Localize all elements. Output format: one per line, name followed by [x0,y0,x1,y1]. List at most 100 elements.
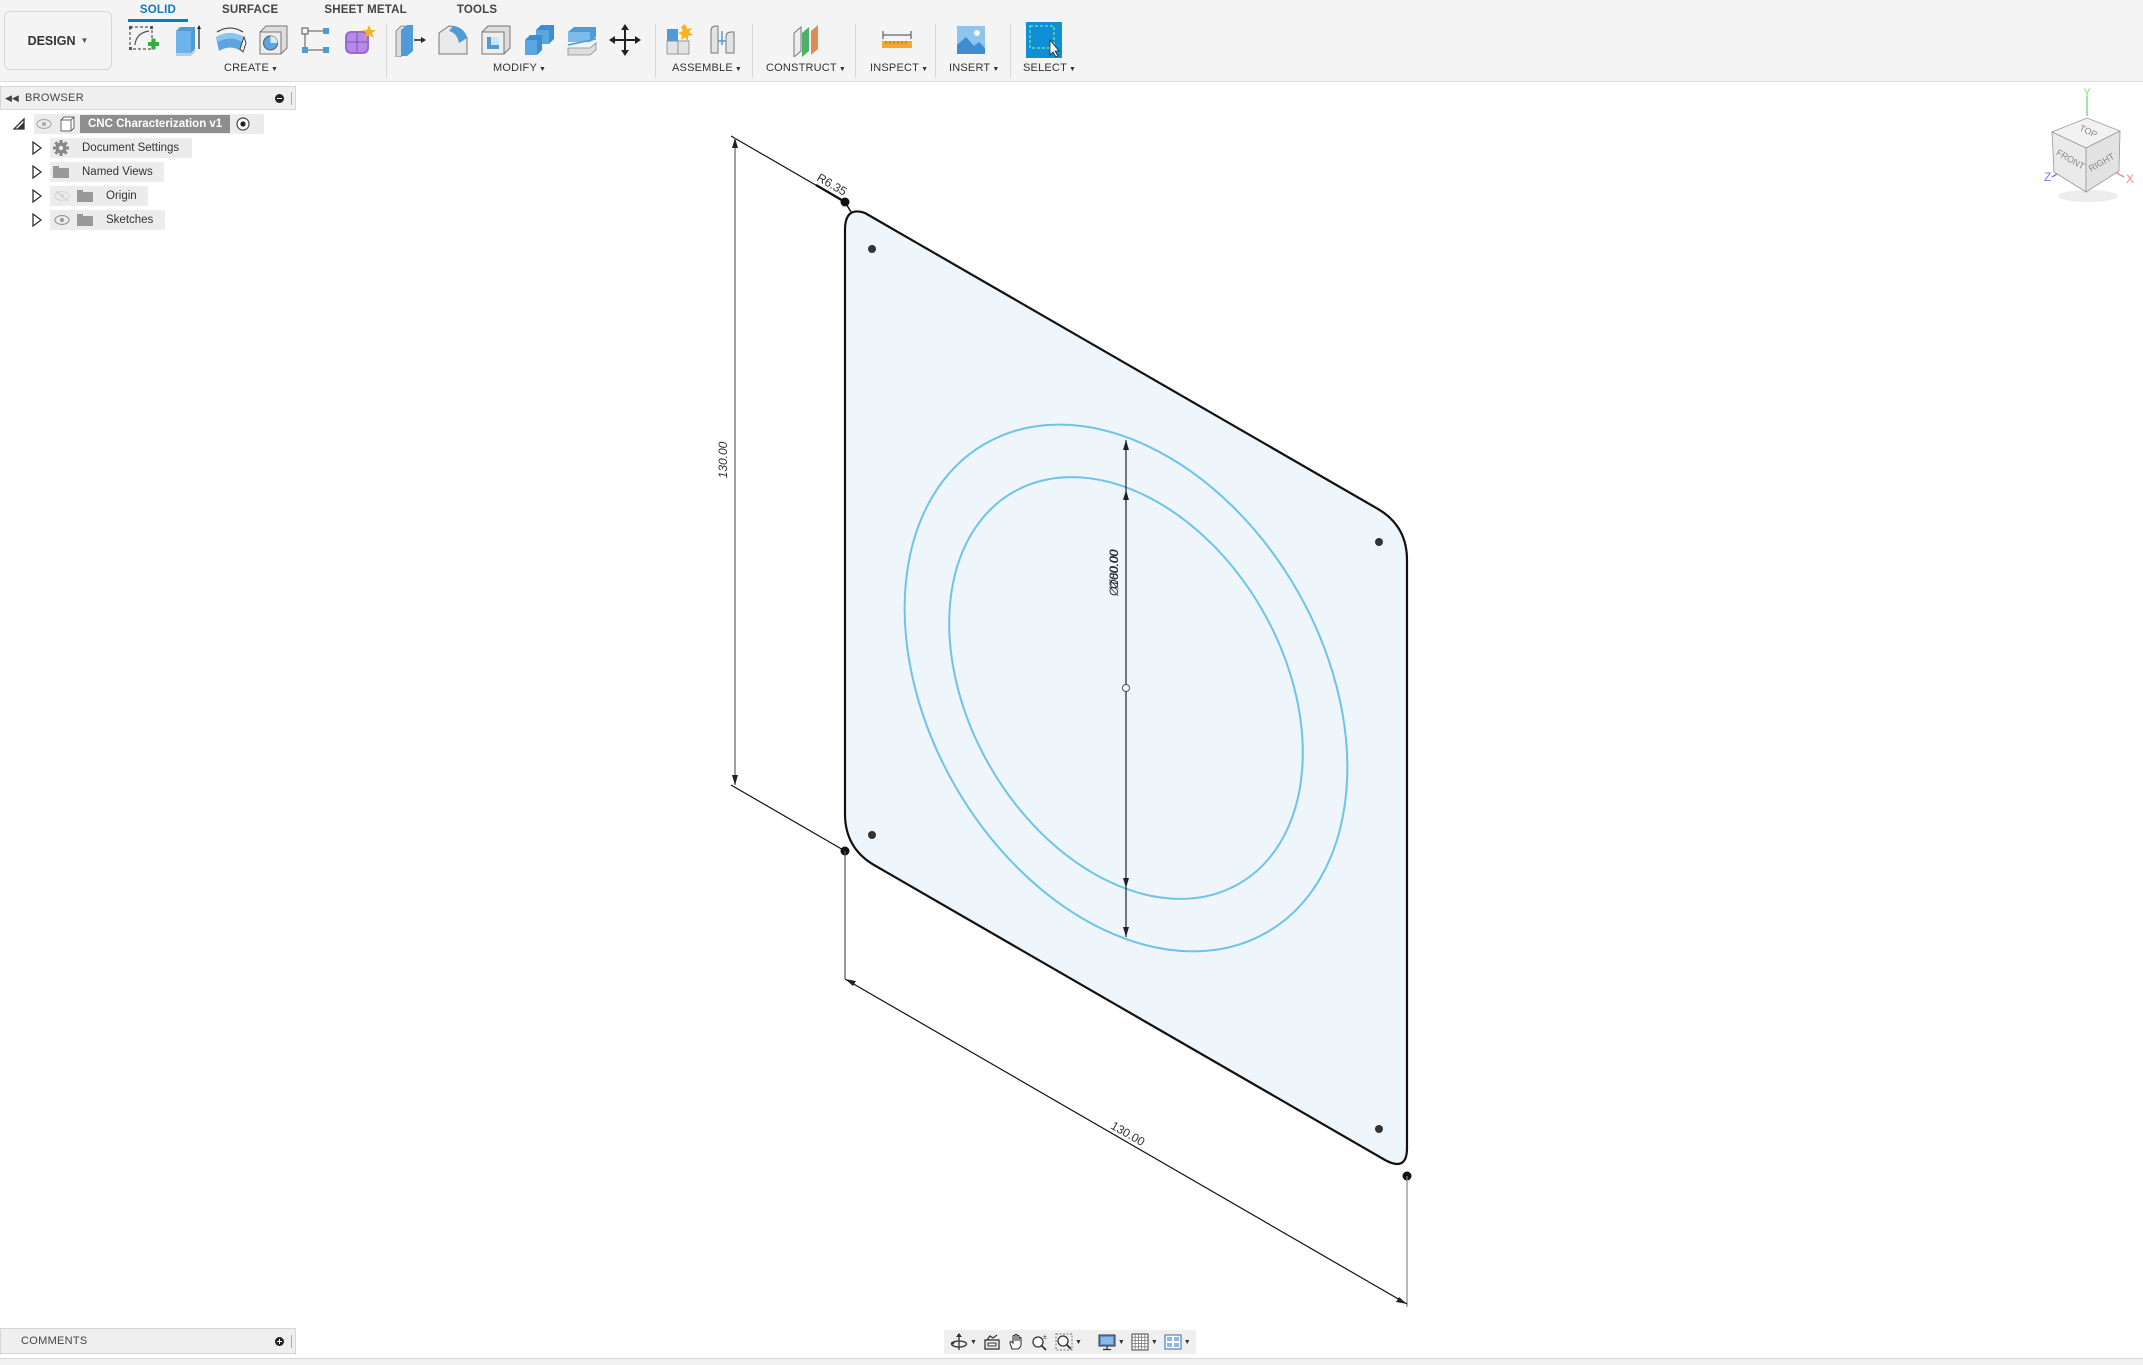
mount-hole-bottom-right[interactable] [1375,1125,1383,1133]
offset-plane-button[interactable] [788,22,824,58]
display-settings-icon [1098,1334,1116,1351]
offset-face-icon [567,27,597,56]
resize-grip[interactable] [291,92,293,105]
status-bar [0,1358,2143,1365]
mount-hole-bottom-left[interactable] [868,831,876,839]
activate-radio-icon[interactable] [236,117,250,131]
height-dimension-label[interactable]: 130.00 [716,441,730,478]
revolve-button[interactable] [212,22,248,58]
rectangular-pattern-button[interactable] [298,22,334,58]
joint-button[interactable] [705,22,741,58]
collapse-browser-icon[interactable]: ◀◀ [5,93,19,104]
expand-arrow-icon[interactable] [31,213,43,227]
expand-triangle-icon[interactable] [13,117,25,131]
toolbar-divider [1010,24,1011,78]
fillet-button[interactable] [435,22,471,58]
viewports-button[interactable]: ▼ [1162,1331,1193,1353]
insert-canvas-button[interactable] [953,22,989,58]
browser-panel-header: ◀◀ BROWSER [0,86,296,110]
insert-menu[interactable]: INSERT ▼ [949,62,999,74]
zoom-button[interactable]: ± [1029,1331,1051,1353]
shell-icon [481,25,511,55]
toolbar-tabs: SOLID SURFACE SHEET METAL TOOLS [128,0,511,22]
component-icon [60,116,75,132]
create-group: CREATE ▼ [126,20,377,80]
add-comment-icon[interactable] [275,1337,284,1346]
combine-button[interactable] [521,22,557,58]
pattern-icon [301,27,329,53]
create-label: CREATE [224,62,270,74]
offset-face-button[interactable] [564,22,600,58]
inspect-menu[interactable]: INSPECT ▼ [870,62,928,74]
hole-button[interactable] [255,22,291,58]
assemble-group: ASSEMBLE ▼ [662,20,742,80]
press-pull-button[interactable] [392,22,428,58]
origin-label: Origin [106,190,137,202]
design-canvas[interactable]: Ø100.00 Ø80.00 130.00 R6.35 130.00 [0,82,2143,1327]
resize-grip[interactable] [291,1335,293,1348]
expand-arrow-icon[interactable] [31,165,43,179]
sketches-node[interactable]: Sketches [50,210,165,230]
inspect-group: INSPECT ▼ [869,20,928,80]
expand-arrow-icon[interactable] [31,141,43,155]
modify-menu[interactable]: MODIFY ▼ [493,62,546,74]
grid-snaps-button[interactable]: ▼ [1129,1331,1160,1353]
workspace-switcher[interactable]: DESIGN ▼ [4,11,112,70]
viewcube[interactable]: Y Z X TOP FRONT RIGHT [2030,87,2140,208]
folder-icon [53,166,69,178]
select-menu[interactable]: SELECT ▼ [1023,62,1076,74]
named-views-node[interactable]: Named Views [50,162,164,182]
tab-sheet-metal[interactable]: SHEET METAL [310,0,421,22]
browser-root-node[interactable]: CNC Characterization v1 [34,114,264,134]
mount-hole-top-left[interactable] [868,245,876,253]
create-sketch-button[interactable] [126,22,162,58]
expand-arrow-icon[interactable] [31,189,43,203]
display-settings-button[interactable]: ▼ [1096,1331,1127,1353]
tab-solid[interactable]: SOLID [128,0,188,22]
caret-down-icon: ▼ [1150,1338,1158,1346]
tab-tools[interactable]: TOOLS [443,0,511,22]
window-select-button[interactable] [1026,22,1062,58]
eye-hidden-icon[interactable] [54,190,70,202]
create-form-button[interactable] [341,22,377,58]
eye-icon[interactable] [54,214,70,226]
toolbar-divider [655,24,656,78]
width-dimension-label[interactable]: 130.00 [1109,1118,1148,1149]
orbit-button[interactable]: ▼ [948,1331,979,1353]
workspace-label: DESIGN [27,33,76,48]
caret-down-icon: ▼ [271,66,279,73]
caret-down-icon: ▼ [992,66,1000,73]
fit-button[interactable]: ▼ [1053,1331,1084,1353]
zoom-icon: ± [1032,1334,1047,1351]
create-sketch-icon [129,26,159,50]
browser-pin-icon[interactable] [275,94,284,103]
eye-icon[interactable] [36,118,52,130]
construct-menu[interactable]: CONSTRUCT ▼ [766,62,846,74]
mount-hole-top-right[interactable] [1375,538,1383,546]
browser-item-sketches: Sketches [0,210,296,230]
assemble-menu[interactable]: ASSEMBLE ▼ [672,62,742,74]
center-point[interactable] [1122,684,1130,692]
create-menu[interactable]: CREATE ▼ [224,62,278,74]
move-copy-button[interactable] [607,22,643,58]
hand-icon [1009,1333,1022,1350]
inner-diameter-label[interactable]: Ø80.00 [1107,549,1121,590]
document-settings-node[interactable]: Document Settings [50,138,192,158]
select-label: SELECT [1023,62,1067,74]
browser-item-origin: Origin [0,186,296,206]
tab-surface[interactable]: SURFACE [208,0,292,22]
origin-node[interactable]: Origin [50,186,148,206]
shell-button[interactable] [478,22,514,58]
look-at-icon [984,1334,1000,1350]
comments-title: COMMENTS [21,1335,88,1347]
look-at-button[interactable] [981,1331,1003,1353]
extrude-button[interactable] [169,22,205,58]
image-icon [957,26,985,54]
pan-button[interactable] [1005,1331,1027,1353]
measure-button[interactable] [879,22,915,58]
construct-group: CONSTRUCT ▼ [766,20,846,80]
z-axis-label: Z [2044,170,2051,184]
toolbar-divider [386,24,387,78]
caret-down-icon: ▼ [80,36,89,45]
new-component-button[interactable] [662,22,698,58]
